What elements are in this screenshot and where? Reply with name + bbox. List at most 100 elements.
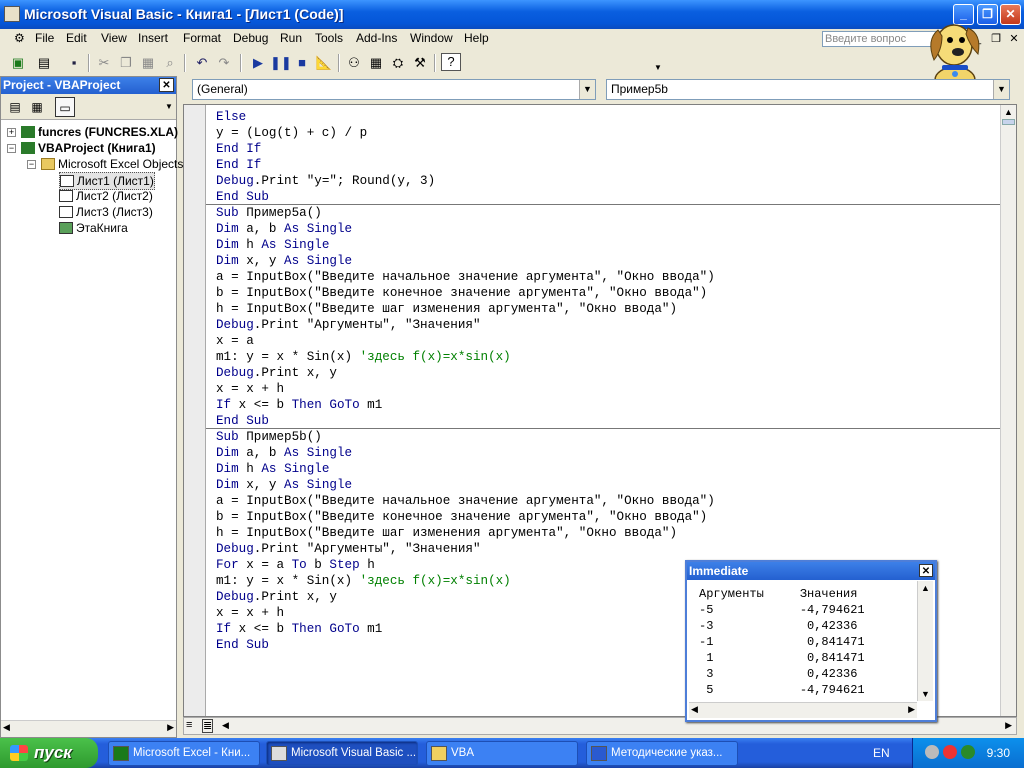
code-line[interactable]: Debug.Print x, y	[216, 589, 715, 605]
code-line[interactable]: End If	[216, 141, 715, 157]
menu-view[interactable]: View	[99, 31, 129, 45]
code-line[interactable]: Dim a, b As Single	[216, 445, 715, 461]
menu-format[interactable]: Format	[181, 31, 223, 45]
undo-icon[interactable]: ↶	[192, 53, 212, 73]
scroll-up-icon[interactable]: ▲	[921, 583, 930, 593]
toolbox-icon[interactable]: ⚒	[410, 53, 430, 73]
start-button[interactable]: пуск	[0, 738, 98, 768]
procedure-combo[interactable]: Пример5b ▼	[606, 79, 1010, 100]
properties-icon[interactable]: ▦	[366, 53, 386, 73]
immediate-vertical-scrollbar[interactable]: ▲ ▼	[917, 581, 933, 701]
find-icon[interactable]: ⌕	[160, 53, 180, 73]
code-line[interactable]: Dim x, y As Single	[216, 477, 715, 493]
insert-module-icon[interactable]: ▤	[34, 53, 54, 73]
tree-item-sheet2[interactable]: Лист2 (Лист2)	[59, 188, 153, 204]
code-line[interactable]: Dim h As Single	[216, 461, 715, 477]
code-line[interactable]: For x = a To b Step h	[216, 557, 715, 573]
code-line[interactable]: Else	[216, 109, 715, 125]
chevron-down-icon[interactable]: ▼	[579, 80, 595, 99]
menu-run[interactable]: Run	[278, 31, 304, 45]
tree-item-vbaproject[interactable]: VBAProject (Книга1)	[21, 140, 156, 156]
menu-window[interactable]: Window	[408, 31, 455, 45]
break-icon[interactable]: ❚❚	[270, 53, 292, 73]
project-explorer-close-icon[interactable]: ✕	[159, 78, 174, 92]
language-indicator[interactable]: EN	[873, 746, 890, 760]
task-folder-vba[interactable]: VBA	[426, 741, 578, 766]
scroll-left-icon[interactable]: ◀	[3, 722, 10, 733]
menu-debug[interactable]: Debug	[231, 31, 270, 45]
code-line[interactable]: a = InputBox("Введите начальное значение…	[216, 269, 715, 285]
menu-doc-icon[interactable]: ⚙	[12, 31, 27, 45]
tree-item-excel-objects[interactable]: Microsoft Excel Objects	[41, 156, 183, 172]
chevron-down-icon[interactable]: ▼	[993, 80, 1009, 99]
design-mode-icon[interactable]: 📐	[314, 53, 334, 73]
code-text[interactable]: Else y = (Log(t) + c) / p End If End If Debu…	[216, 109, 715, 653]
code-margin-indicator-bar[interactable]	[184, 105, 206, 716]
code-line[interactable]: Sub Пример5a()	[216, 205, 715, 221]
scroll-right-icon[interactable]: ▶	[908, 704, 915, 715]
collapse-icon[interactable]: −	[7, 144, 16, 153]
tree-item-sheet3[interactable]: Лист3 (Лист3)	[59, 204, 153, 220]
view-code-icon[interactable]: ▤	[5, 97, 25, 117]
menu-edit[interactable]: Edit	[64, 31, 89, 45]
project-toolbar-options-icon[interactable]: ▼	[159, 97, 179, 117]
procedure-view-icon[interactable]: ≡	[186, 719, 192, 731]
tree-item-funcres[interactable]: funcres (FUNCRES.XLA)	[21, 124, 178, 140]
view-object-icon[interactable]: ▦	[27, 97, 47, 117]
menu-help[interactable]: Help	[462, 31, 491, 45]
code-line[interactable]: If x <= b Then GoTo m1	[216, 621, 715, 637]
code-line[interactable]: x = x + h	[216, 605, 715, 621]
code-line[interactable]: End Sub	[216, 189, 715, 205]
immediate-output[interactable]: Аргументы Значения -5 -4,794621 -3 0,42336…	[699, 586, 865, 698]
reset-icon[interactable]: ■	[292, 53, 312, 73]
mdi-restore-button[interactable]: ❐	[989, 32, 1003, 46]
scroll-left-icon[interactable]: ◀	[691, 704, 698, 715]
mdi-close-button[interactable]: ✕	[1007, 32, 1021, 46]
code-line[interactable]: y = (Log(t) + c) / p	[216, 125, 715, 141]
code-line[interactable]: b = InputBox("Введите конечное значение …	[216, 509, 715, 525]
toggle-folders-icon[interactable]: ▭	[55, 97, 75, 117]
scroll-left-icon[interactable]: ◀	[222, 720, 229, 731]
tree-item-thisworkbook[interactable]: ЭтаКнига	[59, 220, 128, 236]
code-line[interactable]: Dim x, y As Single	[216, 253, 715, 269]
toolbar-options-icon[interactable]: ▼	[648, 58, 668, 78]
object-combo[interactable]: (General) ▼	[192, 79, 596, 100]
code-line[interactable]: b = InputBox("Введите конечное значение …	[216, 285, 715, 301]
task-vba-editor[interactable]: Microsoft Visual Basic ...	[266, 741, 418, 766]
code-line[interactable]: End Sub	[216, 637, 715, 653]
help-icon[interactable]: ?	[441, 53, 461, 71]
cut-icon[interactable]: ✂	[94, 53, 114, 73]
code-line[interactable]: h = InputBox("Введите шаг изменения аргу…	[216, 525, 715, 541]
expand-icon[interactable]: +	[7, 128, 16, 137]
code-line[interactable]: m1: y = x * Sin(x) 'здесь f(x)=x*sin(x)	[216, 349, 715, 365]
tray-antivirus-icon[interactable]	[943, 745, 957, 759]
menu-file[interactable]: File	[33, 31, 56, 45]
immediate-horizontal-scrollbar[interactable]: ◀ ▶	[689, 702, 917, 718]
code-line[interactable]: x = x + h	[216, 381, 715, 397]
scroll-up-icon[interactable]: ▲	[1004, 107, 1013, 117]
project-explorer-icon[interactable]: ⚇	[344, 53, 364, 73]
redo-icon[interactable]: ↷	[214, 53, 234, 73]
scroll-down-icon[interactable]: ▼	[921, 689, 930, 699]
code-line[interactable]: Debug.Print "Аргументы", "Значения"	[216, 541, 715, 557]
scroll-thumb[interactable]	[1002, 119, 1015, 125]
full-module-view-icon[interactable]: ≣	[202, 719, 214, 733]
code-line[interactable]: x = a	[216, 333, 715, 349]
code-line[interactable]: Dim h As Single	[216, 237, 715, 253]
code-line[interactable]: Debug.Print x, y	[216, 365, 715, 381]
task-excel[interactable]: Microsoft Excel - Кни...	[108, 741, 260, 766]
menu-add-ins[interactable]: Add-Ins	[354, 31, 399, 45]
task-word-doc[interactable]: Методические указ...	[586, 741, 738, 766]
code-line[interactable]: Dim a, b As Single	[216, 221, 715, 237]
code-line[interactable]: m1: y = x * Sin(x) 'здесь f(x)=x*sin(x)	[216, 573, 715, 589]
code-line[interactable]: If x <= b Then GoTo m1	[216, 397, 715, 413]
close-button[interactable]: ✕	[1000, 4, 1021, 25]
scroll-right-icon[interactable]: ▶	[167, 722, 174, 733]
menu-tools[interactable]: Tools	[313, 31, 345, 45]
copy-icon[interactable]: ❐	[116, 53, 136, 73]
code-vertical-scrollbar[interactable]: ▲	[1000, 105, 1016, 716]
object-browser-icon[interactable]: ⛭	[388, 53, 408, 73]
menu-insert[interactable]: Insert	[136, 31, 170, 45]
code-line[interactable]: h = InputBox("Введите шаг изменения аргу…	[216, 301, 715, 317]
code-line[interactable]: Debug.Print "y="; Round(y, 3)	[216, 173, 715, 189]
